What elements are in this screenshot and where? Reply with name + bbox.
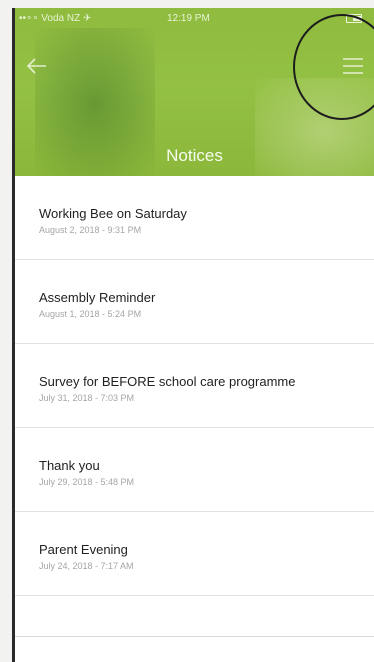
notice-title: Parent Evening <box>39 542 128 557</box>
list-item[interactable]: Survey for BEFORE school care programme … <box>15 344 374 428</box>
status-time: 12:19 PM <box>167 13 210 24</box>
phone-screen: ••∘∘ Voda NZ ✈ 12:19 PM Notices Working … <box>12 8 374 662</box>
notice-date: August 2, 2018 - 9:31 PM <box>39 225 142 235</box>
notice-date: August 1, 2018 - 5:24 PM <box>39 309 142 319</box>
notice-date: July 31, 2018 - 7:03 PM <box>39 393 135 403</box>
list-item[interactable]: Thank you July 29, 2018 - 5:48 PM <box>15 428 374 512</box>
page-title: Notices <box>166 146 223 165</box>
list-item[interactable]: Parent Evening July 24, 2018 - 7:17 AM <box>15 512 374 596</box>
back-arrow-icon[interactable] <box>23 52 51 80</box>
list-item[interactable]: Assembly Reminder August 1, 2018 - 5:24 … <box>15 260 374 344</box>
notices-list: Working Bee on Saturday August 2, 2018 -… <box>15 176 374 596</box>
notice-date: July 24, 2018 - 7:17 AM <box>39 561 134 571</box>
notice-title: Thank you <box>39 458 100 473</box>
list-item[interactable]: Working Bee on Saturday August 2, 2018 -… <box>15 176 374 260</box>
notice-title: Survey for BEFORE school care programme <box>39 374 296 389</box>
notice-title: Working Bee on Saturday <box>39 206 187 221</box>
bottom-divider <box>15 636 374 662</box>
notice-title: Assembly Reminder <box>39 290 156 305</box>
notice-date: July 29, 2018 - 5:48 PM <box>39 477 135 487</box>
carrier-label: ••∘∘ Voda NZ ✈ <box>19 13 92 24</box>
